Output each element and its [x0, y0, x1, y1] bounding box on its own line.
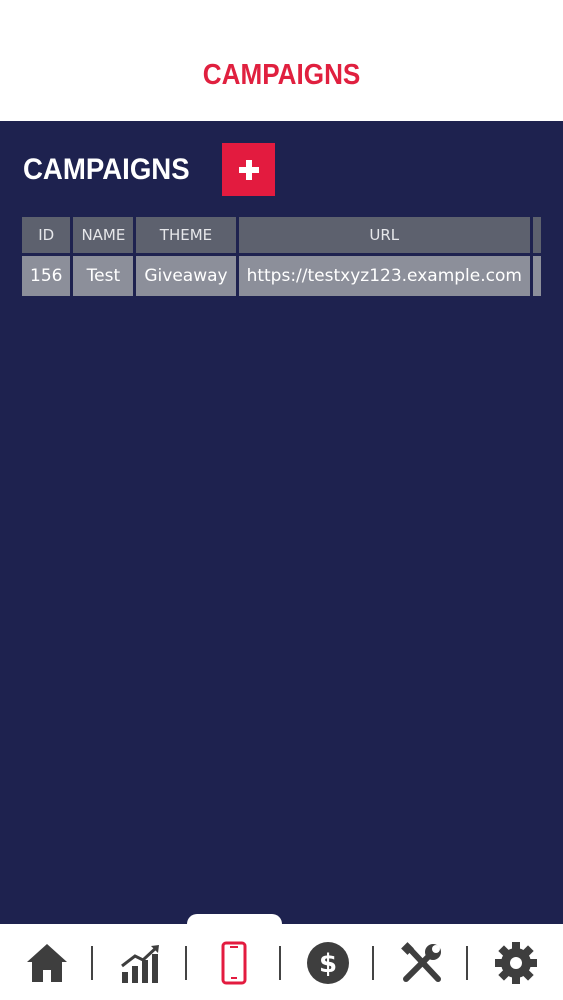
top-header: CAMPAIGNS: [0, 0, 563, 121]
nav-payments[interactable]: $: [303, 938, 353, 988]
column-header-date[interactable]: [532, 217, 541, 253]
section-header: CAMPAIGNS: [23, 143, 204, 196]
cell-name: Test: [73, 256, 134, 296]
plus-icon: [238, 159, 259, 180]
cell-date: 5/: [532, 256, 541, 296]
nav-divider: [91, 946, 93, 980]
page-title: CAMPAIGNS: [202, 59, 361, 91]
campaigns-table: ID NAME THEME URL 156 Test Giveaway http…: [22, 217, 541, 299]
nav-campaigns[interactable]: [209, 938, 259, 988]
table-row[interactable]: 156 Test Giveaway https://testxyz123.exa…: [22, 256, 541, 296]
add-campaign-button[interactable]: [222, 143, 275, 196]
nav-settings[interactable]: [491, 938, 541, 988]
table-header-row: ID NAME THEME URL: [22, 217, 541, 253]
column-header-name[interactable]: NAME: [73, 217, 134, 253]
nav-tools[interactable]: [397, 938, 447, 988]
mobile-phone-icon: [221, 941, 247, 985]
gear-icon: [495, 942, 537, 984]
growth-chart-icon: [121, 945, 159, 983]
home-icon: [27, 944, 67, 982]
tools-icon: [401, 942, 441, 982]
column-header-url[interactable]: URL: [238, 217, 530, 253]
nav-divider: [466, 946, 468, 980]
column-header-id[interactable]: ID: [22, 217, 71, 253]
cell-url[interactable]: https://testxyz123.example.com: [238, 256, 530, 296]
nav-home[interactable]: [22, 938, 72, 988]
nav-divider: [185, 946, 187, 980]
dollar-icon: $: [307, 942, 349, 984]
bottom-nav: $: [0, 914, 563, 1000]
nav-divider: [372, 946, 374, 980]
cell-id: 156: [22, 256, 71, 296]
nav-divider: [279, 946, 281, 980]
section-title: CAMPAIGNS: [23, 152, 190, 186]
nav-analytics[interactable]: [116, 938, 166, 988]
svg-text:$: $: [319, 949, 337, 979]
column-header-theme[interactable]: THEME: [136, 217, 236, 253]
main-content: CAMPAIGNS ID NAME THEME URL 156 Test Giv…: [0, 121, 563, 924]
cell-theme: Giveaway: [136, 256, 236, 296]
